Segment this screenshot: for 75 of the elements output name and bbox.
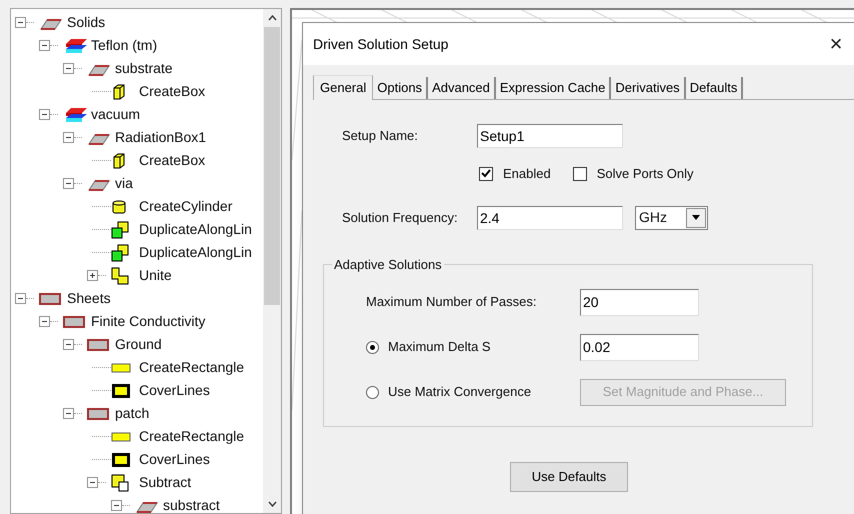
collapse-toggle-icon[interactable] xyxy=(63,132,74,143)
collapse-toggle-icon[interactable] xyxy=(63,408,74,419)
frequency-field[interactable]: 2.4 xyxy=(477,206,623,230)
framed-rectangle-icon xyxy=(111,452,131,468)
delta-s-field[interactable]: 0.02 xyxy=(580,334,699,360)
rectangle-icon xyxy=(111,362,131,372)
tree-item-label[interactable]: Subtract xyxy=(139,472,192,493)
tree-item-label[interactable]: CreateRectangle xyxy=(139,426,244,447)
stacked-layers-icon xyxy=(63,38,89,54)
field-label: Maximum Number of Passes: xyxy=(366,293,538,312)
framed-rectangle-icon xyxy=(111,382,131,398)
rectangle-icon xyxy=(111,432,131,442)
collapse-toggle-icon[interactable] xyxy=(111,500,122,511)
tree-item-label[interactable]: RadiationBox1 xyxy=(115,127,206,148)
tree-item-label[interactable]: CoverLines xyxy=(139,449,210,470)
box-icon xyxy=(111,152,127,168)
tab[interactable]: General xyxy=(313,75,374,100)
step-shape-icon xyxy=(111,266,129,284)
scrollbar[interactable] xyxy=(263,9,281,513)
tree-item-label[interactable]: via xyxy=(115,173,133,194)
tree-item-label[interactable]: substrate xyxy=(115,58,173,79)
tree-item-label[interactable]: CreateRectangle xyxy=(139,357,244,378)
rectangle-sheet-icon xyxy=(87,338,109,350)
collapse-toggle-icon[interactable] xyxy=(63,339,74,350)
tree-item-label[interactable]: Teflon (tm) xyxy=(91,35,158,56)
window-title: Driven Solution Setup xyxy=(313,34,448,54)
caret-icon xyxy=(686,208,706,228)
tree-item-label[interactable]: Solids xyxy=(67,12,106,33)
field-label: Solution Frequency: xyxy=(342,208,459,227)
overlapping-squares-icon xyxy=(111,244,129,262)
checkbox-label[interactable]: Solve Ports Only xyxy=(596,164,694,184)
rectangle-sheet-icon xyxy=(63,316,85,328)
box-icon xyxy=(111,84,127,100)
scroll-up-icon[interactable] xyxy=(268,15,276,21)
scroll-down-icon[interactable] xyxy=(268,501,276,507)
tree-item-label[interactable]: substract xyxy=(163,495,220,513)
tree-item-label[interactable]: CreateBox xyxy=(139,150,206,171)
collapse-toggle-icon[interactable] xyxy=(63,178,74,189)
tree-item-label[interactable]: Sheets xyxy=(67,288,111,309)
tree-item-label[interactable]: Ground xyxy=(115,334,162,355)
field-label: Setup Name: xyxy=(342,127,419,146)
checkbox-label[interactable]: Enabled xyxy=(503,164,551,184)
tree-item-label[interactable]: CreateCylinder xyxy=(139,196,232,217)
tree-item-label[interactable]: Finite Conductivity xyxy=(91,311,206,332)
scroll-thumb[interactable] xyxy=(264,27,280,305)
cylinder-icon xyxy=(111,198,127,214)
checkbox[interactable] xyxy=(479,166,493,181)
collapse-toggle-icon[interactable] xyxy=(87,477,98,488)
unit-dropdown[interactable]: GHz xyxy=(635,206,708,230)
tree-item-label[interactable]: DuplicateAlongLin xyxy=(139,219,252,240)
radio-label[interactable]: Maximum Delta S xyxy=(388,337,491,357)
close-button[interactable]: × xyxy=(821,33,851,55)
collapse-toggle-icon[interactable] xyxy=(39,109,50,120)
tree-item-label[interactable]: patch xyxy=(115,403,150,424)
use-defaults-button[interactable]: Use Defaults xyxy=(510,462,628,492)
setup-name-field[interactable]: Setup1 xyxy=(477,124,623,148)
passes-field[interactable]: 20 xyxy=(580,288,699,316)
tree-item-label[interactable]: vacuum xyxy=(91,104,140,125)
collapse-toggle-icon[interactable] xyxy=(39,40,50,51)
collapse-toggle-icon[interactable] xyxy=(63,63,74,74)
tree-item-label[interactable]: CreateBox xyxy=(139,81,206,102)
rectangle-sheet-icon xyxy=(39,292,61,304)
stacked-layers-icon xyxy=(63,106,89,122)
collapse-toggle-icon[interactable] xyxy=(39,316,50,327)
tree-item-label[interactable]: DuplicateAlongLin xyxy=(139,242,252,263)
rectangle-sheet-icon xyxy=(87,408,109,420)
collapse-toggle-icon[interactable] xyxy=(15,17,26,28)
subtract-squares-icon xyxy=(111,474,129,492)
tree-item-label[interactable]: Unite xyxy=(139,265,172,286)
radio-button[interactable] xyxy=(366,340,379,354)
checkbox[interactable] xyxy=(572,166,587,181)
overlapping-squares-icon xyxy=(111,220,129,238)
expand-toggle-icon[interactable] xyxy=(87,270,98,281)
tree-item-label[interactable]: CoverLines xyxy=(139,380,210,401)
collapse-toggle-icon[interactable] xyxy=(15,293,26,304)
